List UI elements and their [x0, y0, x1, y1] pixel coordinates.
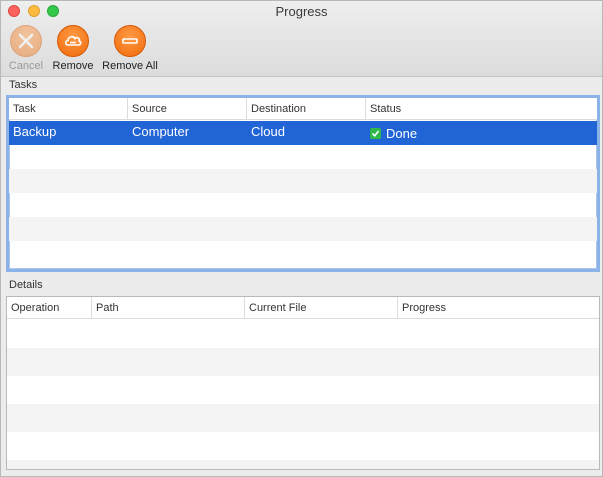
table-row — [7, 320, 599, 348]
details-table-header: Operation Path Current File Progress — [7, 297, 599, 319]
task-cell: Backup — [13, 124, 57, 139]
column-progress[interactable]: Progress — [398, 297, 599, 319]
table-row — [7, 348, 599, 376]
table-row — [9, 217, 597, 241]
column-current-file[interactable]: Current File — [245, 297, 398, 319]
check-icon — [370, 128, 381, 139]
column-source[interactable]: Source — [128, 98, 247, 120]
table-row — [7, 460, 599, 469]
tasks-section-label: Tasks — [9, 79, 38, 91]
table-row — [7, 404, 599, 432]
status-text: Done — [386, 126, 418, 141]
column-operation[interactable]: Operation — [7, 297, 92, 319]
table-row — [7, 376, 599, 404]
details-section-label: Details — [9, 279, 43, 291]
remove-all-button[interactable]: Remove All — [100, 25, 160, 72]
table-row[interactable]: Backup Computer Cloud Done — [9, 121, 597, 145]
details-table[interactable]: Operation Path Current File Progress — [6, 296, 600, 470]
tasks-table[interactable]: Task Source Destination Status Backup Co… — [6, 95, 600, 272]
progress-window: Progress Cancel Remove Remove All Tasks … — [0, 0, 603, 477]
column-status[interactable]: Status — [366, 98, 597, 120]
source-cell: Computer — [132, 124, 190, 139]
column-destination[interactable]: Destination — [247, 98, 366, 120]
table-row — [9, 169, 597, 193]
cancel-icon — [10, 25, 42, 57]
remove-all-label: Remove All — [102, 60, 158, 72]
column-path[interactable]: Path — [92, 297, 245, 319]
table-row — [9, 193, 597, 217]
table-row — [7, 432, 599, 460]
table-row — [9, 145, 597, 169]
cancel-label: Cancel — [8, 60, 44, 72]
table-row — [9, 241, 597, 269]
column-task[interactable]: Task — [9, 98, 128, 120]
window-title: Progress — [275, 4, 328, 19]
minus-icon — [114, 25, 146, 57]
tasks-table-header: Task Source Destination Status — [9, 98, 597, 120]
titlebar: Progress Cancel Remove Remove All — [1, 1, 602, 77]
cloud-remove-icon — [57, 25, 89, 57]
cancel-button[interactable]: Cancel — [8, 25, 44, 72]
status-cell: Done — [366, 123, 417, 147]
destination-cell: Cloud — [251, 124, 285, 139]
remove-button[interactable]: Remove — [51, 25, 95, 72]
remove-label: Remove — [52, 60, 94, 72]
